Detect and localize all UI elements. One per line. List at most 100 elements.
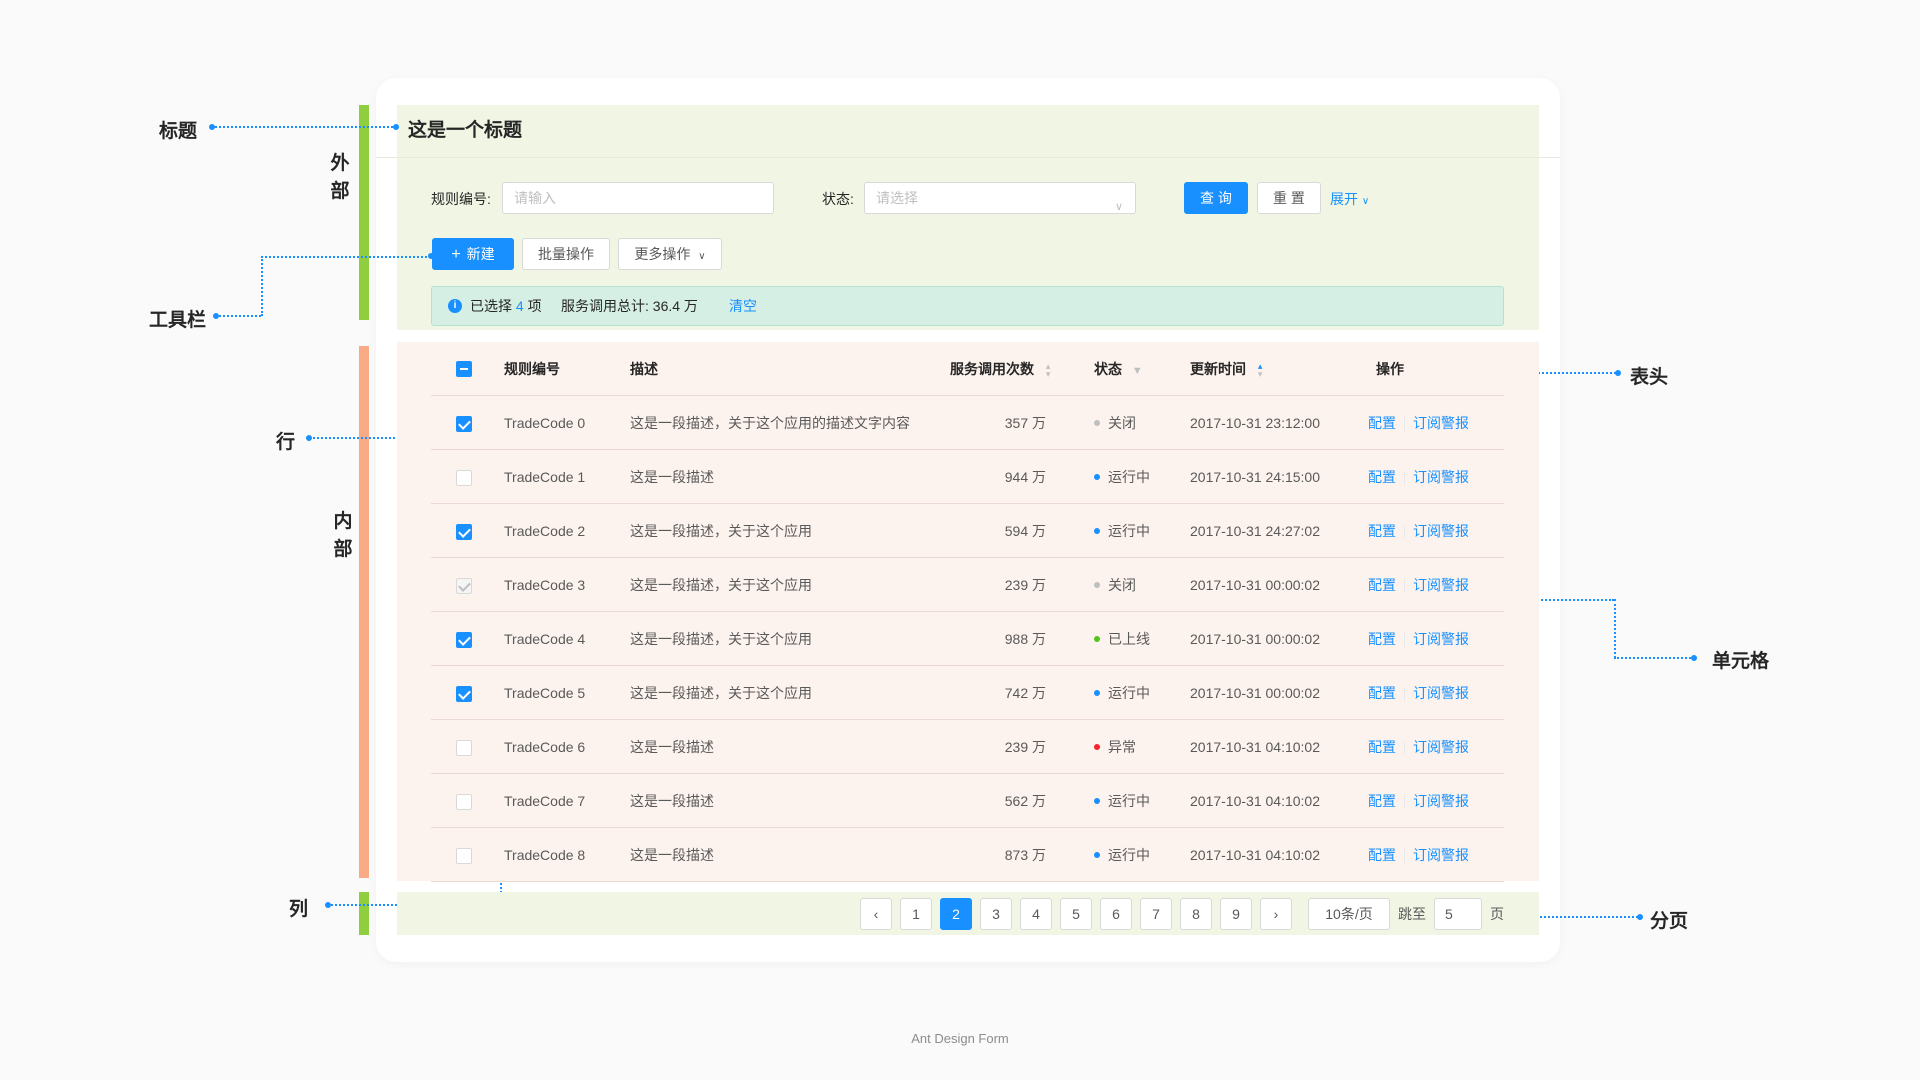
cell-updated-time: 2017-10-31 04:10:02 bbox=[1190, 847, 1320, 863]
page-button[interactable]: 5 bbox=[1060, 898, 1092, 930]
calls-header-label: 服务调用次数 bbox=[950, 361, 1034, 377]
subscribe-alert-link[interactable]: 订阅警报 bbox=[1413, 577, 1469, 593]
annotation-outer: 外部 bbox=[330, 153, 350, 202]
action-divider bbox=[1404, 417, 1405, 432]
cell-updated-time: 2017-10-31 23:12:00 bbox=[1190, 415, 1320, 431]
config-link[interactable]: 配置 bbox=[1368, 793, 1396, 809]
table-row[interactable]: TradeCode 4 这是一段描述，关于这个应用 988 万 已上线 2017-10-… bbox=[431, 612, 1504, 666]
table-row[interactable]: TradeCode 2 这是一段描述，关于这个应用 594 万 运行中 2017-10-… bbox=[431, 504, 1504, 558]
page-button[interactable]: 1 bbox=[900, 898, 932, 930]
cell-actions: 配置 订阅警报 bbox=[1368, 612, 1469, 666]
column-header-description: 描述 bbox=[630, 361, 658, 377]
column-header-calls[interactable]: 服务调用次数 ▴ ▾ bbox=[950, 342, 1050, 396]
config-link[interactable]: 配置 bbox=[1368, 685, 1396, 701]
cell-calls: 988 万 bbox=[1004, 631, 1046, 647]
column-header-updated[interactable]: 更新时间 ▴ ▾ bbox=[1190, 342, 1262, 396]
chevron-right-icon[interactable]: › bbox=[1260, 898, 1292, 930]
cell-description: 这是一段描述 bbox=[630, 847, 714, 863]
chevron-left-icon[interactable]: ‹ bbox=[860, 898, 892, 930]
clear-link[interactable]: 清空 bbox=[729, 287, 757, 325]
cell-calls: 594 万 bbox=[1004, 523, 1046, 539]
subscribe-alert-link[interactable]: 订阅警报 bbox=[1413, 631, 1469, 647]
row-checkbox[interactable] bbox=[456, 470, 472, 486]
status-dot-icon bbox=[1094, 690, 1100, 697]
subscribe-alert-link[interactable]: 订阅警报 bbox=[1413, 847, 1469, 863]
batch-operation-button[interactable]: 批量操作 bbox=[522, 238, 610, 270]
cell-updated-time: 2017-10-31 24:15:00 bbox=[1190, 469, 1320, 485]
config-link[interactable]: 配置 bbox=[1368, 523, 1396, 539]
page-button[interactable]: 3 bbox=[980, 898, 1012, 930]
sort-icon: ▴ ▾ bbox=[1045, 361, 1051, 380]
cell-updated-time: 2017-10-31 00:00:02 bbox=[1190, 685, 1320, 701]
rule-number-input[interactable]: 请输入 bbox=[502, 182, 774, 214]
cell-calls: 357 万 bbox=[1004, 415, 1046, 431]
table-row[interactable]: TradeCode 8 这是一段描述 873 万 运行中 2017-10-31 04:1… bbox=[431, 828, 1504, 882]
inner-marker-bar bbox=[359, 346, 369, 878]
status-text: 异常 bbox=[1108, 739, 1136, 755]
status-text: 运行中 bbox=[1108, 523, 1150, 539]
subscribe-alert-link[interactable]: 订阅警报 bbox=[1413, 469, 1469, 485]
subscribe-alert-link[interactable]: 订阅警报 bbox=[1413, 523, 1469, 539]
cell-actions: 配置 订阅警报 bbox=[1368, 450, 1469, 504]
select-all-checkbox[interactable] bbox=[456, 361, 472, 377]
action-divider bbox=[1404, 741, 1405, 756]
selected-suffix: 项 bbox=[527, 298, 542, 314]
query-button[interactable]: 查 询 bbox=[1184, 182, 1248, 214]
table-row[interactable]: TradeCode 0 这是一段描述，关于这个应用的描述文字内容 357 万 关闭 20… bbox=[431, 396, 1504, 450]
row-checkbox[interactable] bbox=[456, 686, 472, 702]
cell-rule-number: TradeCode 2 bbox=[504, 523, 586, 539]
page-button[interactable]: 7 bbox=[1140, 898, 1172, 930]
row-checkbox[interactable] bbox=[456, 524, 472, 540]
column-header-status[interactable]: 状态 ▼ bbox=[1094, 342, 1143, 396]
subscribe-alert-link[interactable]: 订阅警报 bbox=[1413, 793, 1469, 809]
subscribe-alert-link[interactable]: 订阅警报 bbox=[1413, 739, 1469, 755]
table-row[interactable]: TradeCode 5 这是一段描述，关于这个应用 742 万 运行中 2017-10-… bbox=[431, 666, 1504, 720]
table-row[interactable]: TradeCode 3 这是一段描述，关于这个应用 239 万 关闭 2017-10-3… bbox=[431, 558, 1504, 612]
jump-input[interactable]: 5 bbox=[1434, 898, 1482, 930]
config-link[interactable]: 配置 bbox=[1368, 631, 1396, 647]
subscribe-alert-link[interactable]: 订阅警报 bbox=[1413, 415, 1469, 431]
config-link[interactable]: 配置 bbox=[1368, 577, 1396, 593]
cell-status: 运行中 bbox=[1094, 774, 1150, 828]
chevron-down-icon: ∨ bbox=[698, 251, 706, 262]
page-button[interactable]: 6 bbox=[1100, 898, 1132, 930]
cell-status: 异常 bbox=[1094, 720, 1136, 774]
table-row[interactable]: TradeCode 7 这是一段描述 562 万 运行中 2017-10-31 04:1… bbox=[431, 774, 1504, 828]
more-operations-button[interactable]: 更多操作 ∨ bbox=[618, 238, 722, 270]
cell-actions: 配置 订阅警报 bbox=[1368, 828, 1469, 882]
new-button[interactable]: + 新建 bbox=[432, 238, 514, 270]
config-link[interactable]: 配置 bbox=[1368, 739, 1396, 755]
config-link[interactable]: 配置 bbox=[1368, 469, 1396, 485]
expand-link[interactable]: 展开 ∨ bbox=[1330, 189, 1369, 209]
subscribe-alert-link[interactable]: 订阅警报 bbox=[1413, 685, 1469, 701]
cell-rule-number: TradeCode 5 bbox=[504, 685, 586, 701]
config-link[interactable]: 配置 bbox=[1368, 847, 1396, 863]
annotation-dot bbox=[393, 124, 399, 130]
annotation-line bbox=[1614, 657, 1694, 659]
cell-rule-number: TradeCode 1 bbox=[504, 469, 586, 485]
selection-alert: i 已选择 4 项 服务调用总计: 36.4 万 清空 bbox=[431, 286, 1504, 326]
page-button[interactable]: 2 bbox=[940, 898, 972, 930]
row-checkbox[interactable] bbox=[456, 740, 472, 756]
table-row[interactable]: TradeCode 6 这是一段描述 239 万 异常 2017-10-31 04:10… bbox=[431, 720, 1504, 774]
annotation-line bbox=[261, 256, 263, 316]
status-select[interactable]: 请选择 ∨ bbox=[864, 182, 1136, 214]
config-link[interactable]: 配置 bbox=[1368, 415, 1396, 431]
table-row[interactable]: TradeCode 1 这是一段描述 944 万 运行中 2017-10-31 24:1… bbox=[431, 450, 1504, 504]
cell-actions: 配置 订阅警报 bbox=[1368, 396, 1469, 450]
plus-icon: + bbox=[451, 246, 461, 263]
row-checkbox[interactable] bbox=[456, 848, 472, 864]
reset-button[interactable]: 重 置 bbox=[1257, 182, 1321, 214]
page-button[interactable]: 8 bbox=[1180, 898, 1212, 930]
cell-calls: 239 万 bbox=[1004, 577, 1046, 593]
status-dot-icon bbox=[1094, 474, 1100, 481]
page-size-select[interactable]: 10条/页 bbox=[1308, 898, 1390, 930]
row-checkbox[interactable] bbox=[456, 416, 472, 432]
page-button[interactable]: 4 bbox=[1020, 898, 1052, 930]
page-button[interactable]: 9 bbox=[1220, 898, 1252, 930]
row-checkbox[interactable] bbox=[456, 794, 472, 810]
annotation-row: 行 bbox=[276, 432, 296, 453]
jump-label: 跳至 bbox=[1398, 906, 1426, 922]
row-checkbox[interactable] bbox=[456, 632, 472, 648]
annotation-dot bbox=[1637, 914, 1643, 920]
